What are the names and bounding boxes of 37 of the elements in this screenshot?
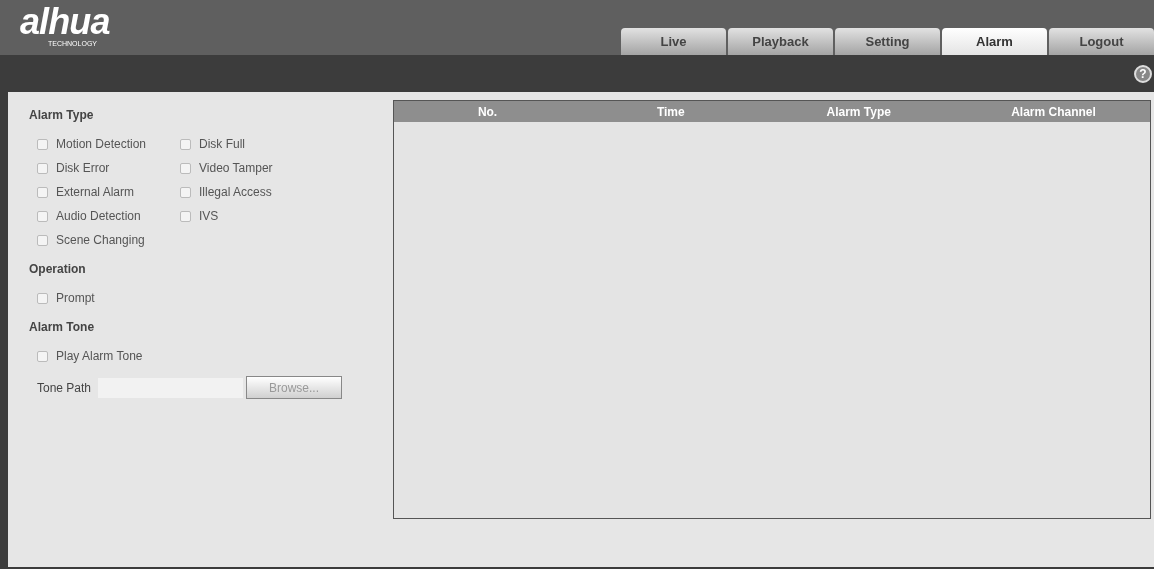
column-header: Time (656, 103, 685, 121)
checkbox[interactable] (37, 292, 48, 304)
checkbox[interactable] (180, 138, 191, 150)
checkbox[interactable] (37, 186, 48, 198)
checkbox-label: Audio Detection (56, 208, 141, 225)
nav-tab[interactable]: Live (621, 28, 726, 55)
checkbox[interactable] (180, 162, 191, 174)
checkbox-label: Scene Changing (56, 232, 145, 249)
section-title: Alarm Tone (29, 319, 96, 336)
help-icon[interactable]: ? (1134, 64, 1152, 83)
checkbox-label: Disk Full (199, 136, 245, 153)
checkbox-label: Illegal Access (199, 184, 272, 201)
nav-tab[interactable]: Logout (1049, 28, 1154, 55)
checkbox-label: External Alarm (56, 184, 135, 201)
checkbox[interactable] (180, 210, 191, 222)
checkbox[interactable] (37, 350, 48, 362)
checkbox[interactable] (180, 186, 191, 198)
nav-tab[interactable]: Playback (728, 28, 833, 55)
column-header: No. (477, 103, 498, 121)
checkbox-label: Motion Detection (56, 136, 147, 153)
nav-tab[interactable]: Setting (835, 28, 940, 55)
checkbox-label: Prompt (56, 290, 95, 307)
checkbox[interactable] (37, 138, 48, 150)
checkbox[interactable] (37, 162, 48, 174)
checkbox-label: IVS (199, 208, 219, 225)
nav-tab[interactable]: Alarm (942, 28, 1047, 55)
tone-path-label: Tone Path (37, 379, 93, 397)
section-title: Alarm Type (29, 107, 95, 124)
column-header: Alarm Channel (1011, 103, 1096, 121)
checkbox-label: Video Tamper (199, 160, 273, 177)
checkbox[interactable] (37, 234, 48, 246)
checkbox-label: Play Alarm Tone (56, 348, 143, 365)
checkbox-label: Disk Error (56, 160, 110, 177)
section-title: Operation (29, 261, 87, 278)
checkbox[interactable] (37, 210, 48, 222)
column-header: Alarm Type (826, 103, 891, 121)
logo: alhua (20, 4, 110, 40)
